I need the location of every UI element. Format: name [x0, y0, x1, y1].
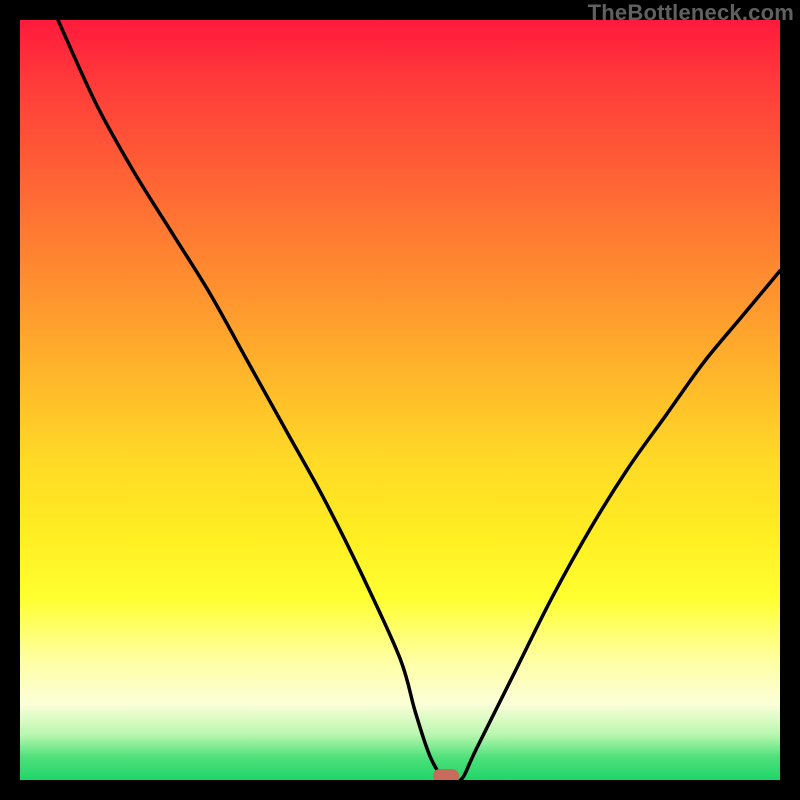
bottleneck-curve [20, 20, 780, 780]
optimal-point-marker [433, 769, 459, 780]
plot-area [20, 20, 780, 780]
chart-frame: TheBottleneck.com [0, 0, 800, 800]
watermark-text: TheBottleneck.com [588, 0, 794, 26]
